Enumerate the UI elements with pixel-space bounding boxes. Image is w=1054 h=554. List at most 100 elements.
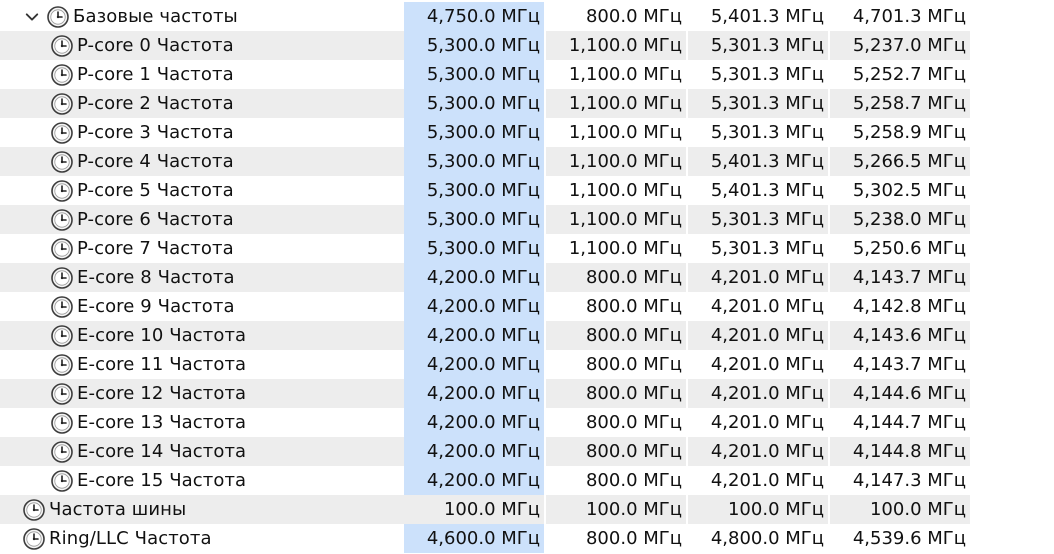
avg-value: 5,238.0 МГц xyxy=(830,205,970,234)
row-trailing-space xyxy=(970,466,1054,495)
sensor-row[interactable]: Базовые частоты 4,750.0 МГц 800.0 МГц 5,401… xyxy=(0,2,1054,31)
sensor-row[interactable]: E-core 9 Частота 4,200.0 МГц 800.0 МГц 4,20… xyxy=(0,292,1054,321)
clock-icon xyxy=(50,237,74,261)
sensor-name-cell: E-core 8 Частота xyxy=(0,263,404,292)
sensor-row[interactable]: P-core 5 Частота 5,300.0 МГц 1,100.0 МГц 5,… xyxy=(0,176,1054,205)
min-value: 1,100.0 МГц xyxy=(546,176,686,205)
max-value: 5,301.3 МГц xyxy=(688,234,828,263)
min-value: 1,100.0 МГц xyxy=(546,118,686,147)
row-trailing-space xyxy=(970,2,1054,31)
current-value: 5,300.0 МГц xyxy=(404,176,544,205)
row-trailing-space xyxy=(970,89,1054,118)
sensor-row[interactable]: E-core 8 Частота 4,200.0 МГц 800.0 МГц 4,20… xyxy=(0,263,1054,292)
current-value: 4,750.0 МГц xyxy=(404,2,544,31)
min-value: 800.0 МГц xyxy=(546,350,686,379)
sensor-name-cell: E-core 9 Частота xyxy=(0,292,404,321)
avg-value: 4,144.8 МГц xyxy=(830,437,970,466)
sensor-name-cell: E-core 15 Частота xyxy=(0,466,404,495)
sensor-name-cell: E-core 10 Частота xyxy=(0,321,404,350)
sensor-row[interactable]: Ring/LLC Частота 4,600.0 МГц 800.0 МГц 4,80… xyxy=(0,524,1054,553)
sensor-label: E-core 8 Частота xyxy=(77,267,235,288)
row-trailing-space xyxy=(970,31,1054,60)
avg-value: 5,250.6 МГц xyxy=(830,234,970,263)
avg-value: 4,701.3 МГц xyxy=(830,2,970,31)
row-trailing-space xyxy=(970,147,1054,176)
row-trailing-space xyxy=(970,379,1054,408)
current-value: 4,200.0 МГц xyxy=(404,263,544,292)
sensor-label: P-core 2 Частота xyxy=(77,93,234,114)
sensor-label: E-core 12 Частота xyxy=(77,383,247,404)
chevron-down-icon[interactable] xyxy=(18,2,46,31)
row-trailing-space xyxy=(970,350,1054,379)
current-value: 4,200.0 МГц xyxy=(404,466,544,495)
sensor-label: E-core 11 Частота xyxy=(77,354,247,375)
clock-icon xyxy=(50,295,74,319)
avg-value: 5,258.7 МГц xyxy=(830,89,970,118)
sensor-label: P-core 1 Частота xyxy=(77,64,234,85)
sensor-name-cell: Ring/LLC Частота xyxy=(0,524,404,553)
avg-value: 5,252.7 МГц xyxy=(830,60,970,89)
avg-value: 5,237.0 МГц xyxy=(830,31,970,60)
sensor-row[interactable]: E-core 13 Частота 4,200.0 МГц 800.0 МГц 4,2… xyxy=(0,408,1054,437)
min-value: 800.0 МГц xyxy=(546,292,686,321)
avg-value: 4,539.6 МГц xyxy=(830,524,970,553)
min-value: 800.0 МГц xyxy=(546,263,686,292)
sensor-row[interactable]: P-core 6 Частота 5,300.0 МГц 1,100.0 МГц 5,… xyxy=(0,205,1054,234)
sensor-label: P-core 6 Частота xyxy=(77,209,234,230)
sensor-name-cell: P-core 7 Частота xyxy=(0,234,404,263)
sensor-row[interactable]: E-core 15 Частота 4,200.0 МГц 800.0 МГц 4,2… xyxy=(0,466,1054,495)
current-value: 4,200.0 МГц xyxy=(404,350,544,379)
sensor-label: E-core 15 Частота xyxy=(77,470,247,491)
min-value: 1,100.0 МГц xyxy=(546,205,686,234)
sensor-row[interactable]: Частота шины 100.0 МГц 100.0 МГц 100.0 МГц 1… xyxy=(0,495,1054,524)
sensor-label: E-core 14 Частота xyxy=(77,441,247,462)
avg-value: 4,142.8 МГц xyxy=(830,292,970,321)
clock-icon xyxy=(50,208,74,232)
sensor-row[interactable]: E-core 14 Частота 4,200.0 МГц 800.0 МГц 4,2… xyxy=(0,437,1054,466)
sensor-name-cell: P-core 6 Частота xyxy=(0,205,404,234)
max-value: 4,201.0 МГц xyxy=(688,408,828,437)
max-value: 4,800.0 МГц xyxy=(688,524,828,553)
max-value: 5,401.3 МГц xyxy=(688,147,828,176)
sensor-row[interactable]: P-core 3 Частота 5,300.0 МГц 1,100.0 МГц 5,… xyxy=(0,118,1054,147)
sensor-row[interactable]: P-core 2 Частота 5,300.0 МГц 1,100.0 МГц 5,… xyxy=(0,89,1054,118)
sensor-name-cell: Базовые частоты xyxy=(0,2,404,31)
row-trailing-space xyxy=(970,176,1054,205)
sensor-label: P-core 0 Частота xyxy=(77,35,234,56)
sensor-label: Базовые частоты xyxy=(73,6,238,27)
row-trailing-space xyxy=(970,118,1054,147)
max-value: 4,201.0 МГц xyxy=(688,350,828,379)
sensor-row[interactable]: E-core 10 Частота 4,200.0 МГц 800.0 МГц 4,2… xyxy=(0,321,1054,350)
min-value: 800.0 МГц xyxy=(546,437,686,466)
max-value: 5,401.3 МГц xyxy=(688,176,828,205)
max-value: 4,201.0 МГц xyxy=(688,466,828,495)
sensor-label: E-core 10 Частота xyxy=(77,325,247,346)
max-value: 5,401.3 МГц xyxy=(688,2,828,31)
avg-value: 100.0 МГц xyxy=(830,495,970,524)
sensor-label: E-core 9 Частота xyxy=(77,296,235,317)
current-value: 5,300.0 МГц xyxy=(404,89,544,118)
row-trailing-space xyxy=(970,205,1054,234)
sensor-row[interactable]: E-core 11 Частота 4,200.0 МГц 800.0 МГц 4,2… xyxy=(0,350,1054,379)
avg-value: 4,143.7 МГц xyxy=(830,263,970,292)
sensor-row[interactable]: P-core 4 Частота 5,300.0 МГц 1,100.0 МГц 5,… xyxy=(0,147,1054,176)
min-value: 1,100.0 МГц xyxy=(546,89,686,118)
max-value: 4,201.0 МГц xyxy=(688,437,828,466)
max-value: 4,201.0 МГц xyxy=(688,321,828,350)
sensor-row[interactable]: P-core 7 Частота 5,300.0 МГц 1,100.0 МГц 5,… xyxy=(0,234,1054,263)
min-value: 800.0 МГц xyxy=(546,524,686,553)
clock-icon xyxy=(22,527,46,551)
sensor-row[interactable]: P-core 1 Частота 5,300.0 МГц 1,100.0 МГц 5,… xyxy=(0,60,1054,89)
sensor-name-cell: P-core 4 Частота xyxy=(0,147,404,176)
max-value: 5,301.3 МГц xyxy=(688,118,828,147)
sensor-table: Базовые частоты 4,750.0 МГц 800.0 МГц 5,401… xyxy=(0,2,1054,553)
clock-icon xyxy=(50,324,74,348)
sensor-name-cell: P-core 2 Частота xyxy=(0,89,404,118)
row-trailing-space xyxy=(970,292,1054,321)
sensor-row[interactable]: E-core 12 Частота 4,200.0 МГц 800.0 МГц 4,2… xyxy=(0,379,1054,408)
max-value: 5,301.3 МГц xyxy=(688,205,828,234)
sensor-row[interactable]: P-core 0 Частота 5,300.0 МГц 1,100.0 МГц 5,… xyxy=(0,31,1054,60)
current-value: 5,300.0 МГц xyxy=(404,234,544,263)
max-value: 4,201.0 МГц xyxy=(688,379,828,408)
min-value: 1,100.0 МГц xyxy=(546,147,686,176)
